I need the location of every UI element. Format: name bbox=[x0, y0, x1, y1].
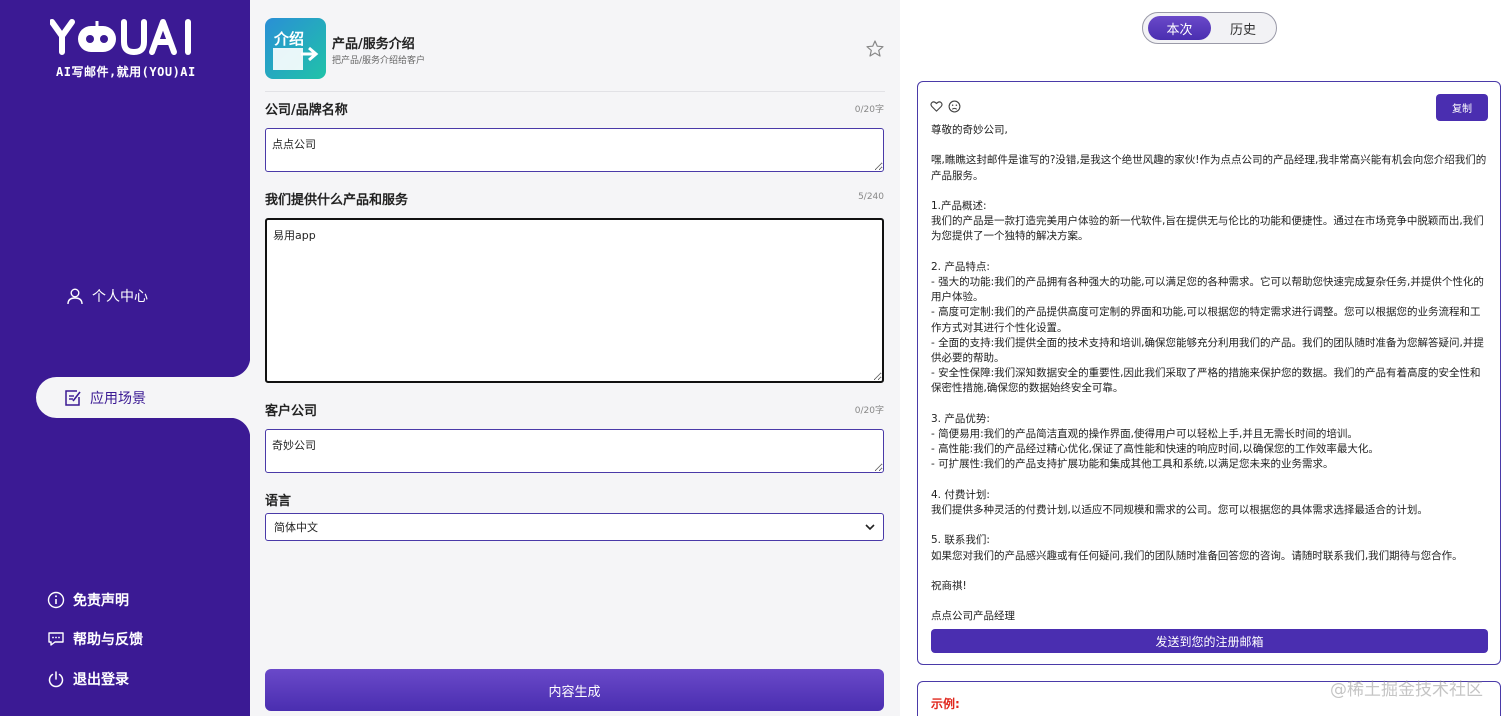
result-line: - 高度可定制:我们的产品提供高度可定制的界面和功能,可以根据您的特定需求进行调… bbox=[931, 306, 1481, 334]
result-line: 3. 产品优势: bbox=[931, 412, 990, 425]
client-count: 0/20字 bbox=[854, 406, 884, 416]
result-line bbox=[931, 473, 1487, 488]
nav-scenarios[interactable]: 应用场景 bbox=[36, 357, 250, 438]
logo-slogan: AI写邮件,就用(YOU)AI bbox=[56, 65, 196, 79]
language-label: 语言 bbox=[265, 494, 292, 509]
app-icon-text: 介绍 bbox=[274, 30, 305, 48]
result-line bbox=[931, 245, 1487, 260]
result-line bbox=[931, 184, 1487, 199]
sidebar: AI写邮件,就用(YOU)AI 个人中心 免责声明 帮助与反馈 退出登录 bbox=[0, 0, 250, 716]
result-line: 如果您对我们的产品感兴趣或有任何疑问,我们的团队随时准备回答您的咨询。请随时联系… bbox=[931, 549, 1463, 562]
product-field[interactable] bbox=[265, 218, 884, 383]
send-to-email-button[interactable]: 发送到您的注册邮箱 bbox=[931, 629, 1488, 653]
chat-bubble-icon bbox=[48, 632, 64, 646]
result-email-text[interactable]: 尊敬的奇妙公司, 嘿,瞧瞧这封邮件是谁写的?没错,是我这个绝世风趣的家伙!作为点点… bbox=[931, 123, 1487, 625]
result-line: 1.产品概述: bbox=[931, 199, 987, 212]
company-field[interactable] bbox=[265, 128, 884, 172]
nav-help-feedback[interactable]: 帮助与反馈 bbox=[47, 629, 143, 649]
app-subtitle: 把产品/服务介绍给客户 bbox=[332, 56, 426, 66]
product-count: 5/240 bbox=[858, 192, 884, 202]
client-label: 客户公司 bbox=[265, 404, 318, 419]
result-line: 尊敬的奇妙公司, bbox=[931, 124, 1008, 136]
result-line: 4. 付费计划: bbox=[931, 488, 990, 501]
result-line: 嘿,瞧瞧这封邮件是谁写的?没错,是我这个绝世风趣的家伙!作为点点公司的产品经理,… bbox=[931, 154, 1487, 182]
example-label: 示例: bbox=[931, 697, 960, 711]
copy-button[interactable]: 复制 bbox=[1436, 94, 1488, 121]
result-line: - 可扩展性:我们的产品支持扩展功能和集成其他工具和系统,以满足您未来的业务需求… bbox=[931, 458, 1334, 471]
nav-logout[interactable]: 退出登录 bbox=[47, 669, 129, 689]
company-label: 公司/品牌名称 bbox=[265, 103, 348, 118]
result-line: 我们提供多种灵活的付费计划,以适应不同规模和需求的公司。您可以根据您的具体需求选… bbox=[931, 504, 1428, 516]
result-line: - 简便易用:我们的产品简洁直观的操作界面,使得用户可以轻松上手,并且无需长时间… bbox=[931, 428, 1358, 440]
result-line: 5. 联系我们: bbox=[931, 534, 990, 547]
tab-history[interactable]: 历史 bbox=[1213, 16, 1273, 40]
result-line bbox=[931, 397, 1487, 412]
result-tab-toggle: 本次 历史 bbox=[1142, 12, 1277, 44]
power-icon bbox=[48, 671, 64, 688]
result-line bbox=[931, 518, 1487, 533]
generate-button[interactable]: 内容生成 bbox=[265, 669, 884, 711]
result-line: 祝商祺! bbox=[931, 579, 967, 592]
tab-current[interactable]: 本次 bbox=[1148, 16, 1211, 40]
product-label: 我们提供什么产品和服务 bbox=[265, 193, 409, 208]
result-line: 我们的产品是一款打造完美用户体验的新一代软件,旨在提供无与伦比的功能和便捷性。通… bbox=[931, 215, 1484, 243]
result-line: 2. 产品特点: bbox=[931, 260, 990, 273]
language-select[interactable]: 简体中文 bbox=[265, 513, 884, 541]
nav-logout-label: 退出登录 bbox=[73, 672, 129, 688]
nav-help-label: 帮助与反馈 bbox=[73, 632, 143, 648]
nav-disclaimer[interactable]: 免责声明 bbox=[47, 590, 129, 610]
user-icon bbox=[67, 288, 83, 305]
nav-personal-label: 个人中心 bbox=[92, 289, 148, 305]
heart-icon[interactable] bbox=[930, 100, 943, 113]
result-line: - 安全性保障:我们深知数据安全的重要性,因此我们采取了严格的措施来保护您的数据… bbox=[931, 367, 1481, 395]
result-line: 点点公司产品经理 bbox=[931, 610, 1015, 623]
nav-disclaimer-label: 免责声明 bbox=[73, 593, 129, 609]
nav-personal-center[interactable]: 个人中心 bbox=[66, 286, 148, 306]
logo-graphic bbox=[49, 19, 191, 56]
watermark: @稀土掘金技术社区 bbox=[1330, 680, 1483, 700]
client-field[interactable] bbox=[265, 429, 884, 473]
language-value: 简体中文 bbox=[274, 521, 318, 534]
star-icon[interactable] bbox=[865, 39, 885, 59]
app-header: 介绍 产品/服务介绍 把产品/服务介绍给客户 bbox=[265, 18, 885, 90]
chevron-down-icon bbox=[865, 524, 875, 531]
result-line: - 强大的功能:我们的产品拥有各种强大的功能,可以满足您的各种需求。它可以帮助您… bbox=[931, 275, 1484, 304]
result-line bbox=[931, 564, 1487, 579]
company-count: 0/20字 bbox=[854, 105, 884, 115]
nav-scenarios-label: 应用场景 bbox=[90, 390, 146, 407]
edit-document-icon bbox=[65, 389, 81, 406]
result-line bbox=[931, 594, 1487, 609]
result-line: - 全面的支持:我们提供全面的技术支持和培训,确保您能够充分利用我们的产品。我们… bbox=[931, 336, 1484, 364]
result-line: - 高性能:我们的产品经过精心优化,保证了高性能和快速的响应时间,以确保您的工作… bbox=[931, 443, 1379, 456]
app-title: 产品/服务介绍 bbox=[332, 37, 415, 52]
header-divider bbox=[265, 91, 885, 92]
dislike-face-icon[interactable] bbox=[948, 100, 961, 113]
youai-logo[interactable] bbox=[49, 18, 200, 58]
info-icon bbox=[47, 591, 65, 609]
result-line bbox=[931, 138, 1487, 153]
app-thumbnail: 介绍 bbox=[265, 18, 326, 79]
